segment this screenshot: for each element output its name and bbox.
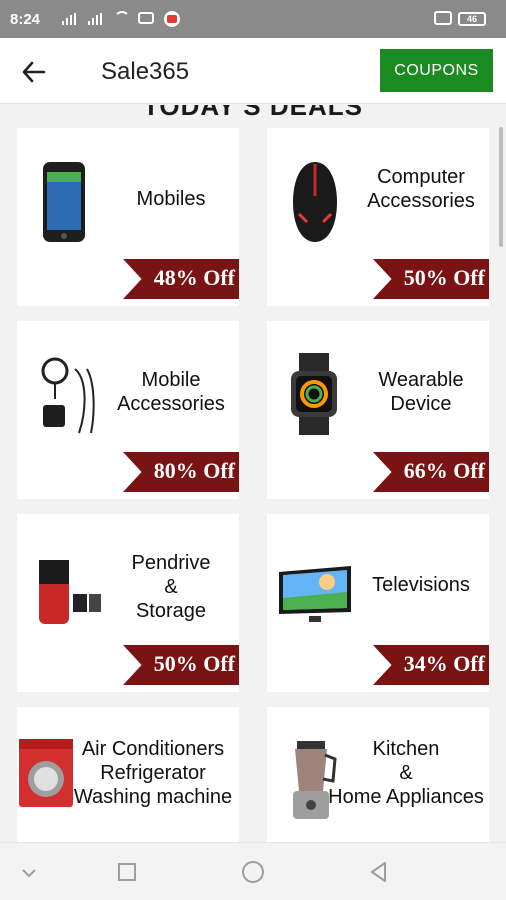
deal-label: Wearable Device — [378, 369, 464, 415]
charger-earphones-icon — [41, 357, 95, 434]
smartwatch-icon — [291, 353, 337, 435]
deal-label: Mobiles — [136, 188, 206, 210]
deal-card-mobiles[interactable]: Mobiles 48% Off — [17, 128, 239, 306]
discount-ribbon: 66% Off — [373, 452, 489, 492]
section-title: TODAY'S DEALS — [142, 105, 363, 121]
deals-content[interactable]: TODAY'S DEALS Mobiles 48% Off Computer A… — [0, 105, 506, 842]
recents-button-icon[interactable] — [114, 859, 140, 885]
app-title: Sale365 — [101, 58, 190, 85]
deal-card-pendrive-storage[interactable]: Pendrive & Storage 50% Off — [17, 514, 239, 692]
deal-label: Mobile Accessories — [117, 369, 225, 415]
signal-icon-2 — [88, 13, 102, 25]
signal-icon — [62, 13, 76, 25]
vibrate-icon — [434, 11, 452, 25]
discount-ribbon: 50% Off — [123, 645, 239, 685]
gaming-mouse-icon — [293, 162, 337, 242]
deal-label: Kitchen & Home Appliances — [328, 738, 484, 808]
deal-card-televisions[interactable]: Televisions 34% Off — [267, 514, 489, 692]
deal-card-kitchen-appliances[interactable]: Kitchen & Home Appliances — [267, 707, 489, 842]
wifi-icon — [114, 11, 130, 23]
scrollbar[interactable] — [499, 127, 503, 247]
battery-icon: 46 — [458, 12, 486, 26]
television-icon — [279, 566, 351, 622]
back-arrow-icon — [22, 61, 46, 83]
discount-ribbon: 48% Off — [123, 259, 239, 299]
discount-ribbon: 34% Off — [373, 645, 489, 685]
deal-card-mobile-accessories[interactable]: Mobile Accessories 80% Off — [17, 321, 239, 499]
status-bar: 8:24 46 — [0, 0, 506, 38]
discount-ribbon: 50% Off — [373, 259, 489, 299]
deal-label: Televisions — [372, 574, 470, 596]
youtube-icon — [164, 11, 180, 27]
home-button-icon[interactable] — [240, 859, 266, 885]
deal-card-wearable-device[interactable]: Wearable Device 66% Off — [267, 321, 489, 499]
back-button[interactable] — [14, 52, 54, 92]
app-bar: Sale365 COUPONS — [0, 38, 506, 104]
pendrive-icon — [39, 560, 101, 624]
collapse-chevron-icon[interactable] — [16, 859, 42, 885]
discount-ribbon: 80% Off — [123, 452, 239, 492]
back-button-icon[interactable] — [366, 859, 392, 885]
system-navigation-bar — [0, 842, 506, 900]
volte-icon — [138, 12, 154, 24]
deal-label: Computer Accessories — [367, 166, 475, 212]
deal-card-computer-accessories[interactable]: Computer Accessories 50% Off — [267, 128, 489, 306]
deal-card-home-appliances[interactable]: Air Conditioners Refrigerator Washing ma… — [17, 707, 239, 842]
coupons-button[interactable]: COUPONS — [380, 49, 493, 92]
deal-label: Pendrive & Storage — [131, 552, 211, 622]
status-time: 8:24 — [10, 11, 41, 28]
smartphone-icon — [43, 162, 85, 242]
deal-label: Air Conditioners Refrigerator Washing ma… — [73, 738, 233, 808]
